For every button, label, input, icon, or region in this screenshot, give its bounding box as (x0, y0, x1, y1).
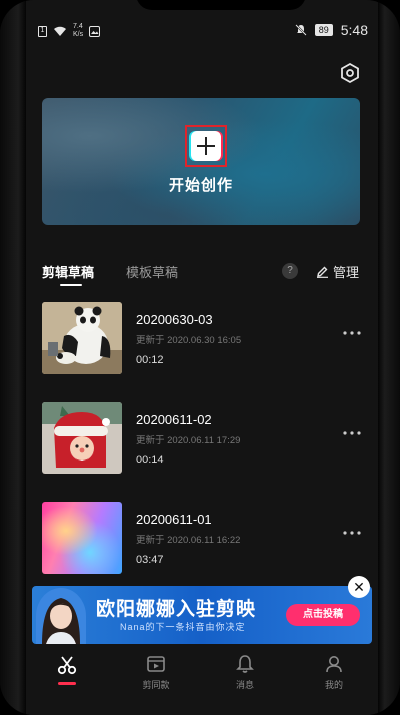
nav-me-label: 我的 (324, 680, 343, 690)
network-speed: 7.4 K/s (73, 23, 83, 39)
bottom-navigation: 剪同款 消息 我的 (26, 644, 378, 715)
draft-updated-time: 更新于 2020.06.11 16:22 (136, 535, 241, 546)
promo-banner[interactable]: 欧阳娜娜入驻剪映 Nana的下一条抖音由你决定 点击投稿 ✕ (32, 576, 372, 644)
video-template-icon (147, 656, 165, 672)
start-creating-card[interactable]: 开始创作 (42, 98, 360, 225)
draft-duration: 00:12 (136, 354, 164, 366)
draft-duration: 00:14 (136, 454, 164, 466)
battery-indicator: 89 (314, 24, 333, 36)
edit-icon (317, 266, 328, 278)
more-options-icon[interactable] (342, 330, 362, 336)
draft-item[interactable]: 20200611-02 更新于 2020.06.11 17:29 00:14 (42, 402, 362, 474)
status-bar: 1 7.4 K/s 89 5:48 (26, 18, 378, 44)
draft-thumbnail-gradient (42, 502, 122, 574)
bezel-left (0, 0, 26, 715)
draft-tabs: 剪辑草稿 模板草稿 ? 管理 (42, 262, 362, 292)
nav-messages-label: 消息 (235, 680, 254, 690)
plus-icon (191, 131, 221, 161)
more-options-icon[interactable] (342, 530, 362, 536)
nav-active-indicator (58, 682, 76, 685)
bell-icon (236, 655, 254, 673)
draft-thumbnail-panda (42, 302, 122, 374)
draft-name: 20200611-02 (136, 412, 212, 427)
manage-button[interactable]: 管理 (316, 262, 359, 281)
sim-icon: 1 (38, 25, 47, 37)
settings-icon[interactable] (339, 62, 361, 84)
promo-title: 欧阳娜娜入驻剪映 (96, 599, 257, 620)
draft-updated-time: 更新于 2020.06.30 16:05 (136, 335, 242, 346)
draft-name: 20200630-03 (136, 312, 213, 327)
bezel-right (378, 0, 400, 715)
draft-item[interactable]: 20200611-01 更新于 2020.06.11 16:22 03:47 (42, 502, 362, 574)
draft-updated-time: 更新于 2020.06.11 17:29 (136, 435, 241, 446)
tab-active-indicator (60, 284, 82, 286)
phone-frame: 1 7.4 K/s 89 5:48 开始创作 剪辑草稿 模板草稿 ? 管理 20… (0, 0, 400, 715)
nav-me[interactable]: 我的 (304, 654, 364, 691)
nav-template-label: 剪同款 (142, 680, 170, 690)
close-icon[interactable]: ✕ (348, 576, 370, 598)
manage-label: 管理 (333, 265, 360, 280)
nav-template[interactable]: 剪同款 (126, 654, 186, 691)
wifi-icon (54, 26, 66, 36)
image-notification-icon (89, 25, 101, 37)
promo-subtitle: Nana的下一条抖音由你决定 (120, 622, 246, 632)
create-button[interactable] (185, 125, 227, 167)
network-speed-unit: K/s (73, 31, 84, 38)
draft-duration: 03:47 (136, 554, 164, 566)
tab-template-drafts[interactable]: 模板草稿 (126, 262, 178, 281)
app-screen: 1 7.4 K/s 89 5:48 开始创作 剪辑草稿 模板草稿 ? 管理 20… (26, 0, 378, 715)
promo-avatar (36, 588, 86, 644)
nav-cut[interactable] (37, 654, 97, 680)
help-icon[interactable]: ? (282, 263, 298, 279)
bell-off-icon (295, 24, 307, 36)
network-speed-value: 7.4 (73, 23, 83, 30)
profile-icon (326, 656, 342, 673)
draft-thumbnail-santa (42, 402, 122, 474)
submit-button[interactable]: 点击投稿 (286, 604, 360, 626)
draft-item[interactable]: 20200630-03 更新于 2020.06.30 16:05 00:12 (42, 302, 362, 374)
draft-name: 20200611-01 (136, 512, 212, 527)
more-options-icon[interactable] (342, 430, 362, 436)
nav-messages[interactable]: 消息 (215, 654, 275, 691)
clock: 5:48 (340, 22, 368, 38)
start-creating-label: 开始创作 (168, 177, 233, 194)
camera-notch (136, 0, 306, 10)
tab-edit-drafts[interactable]: 剪辑草稿 (42, 262, 94, 281)
scissors-icon (57, 656, 77, 675)
